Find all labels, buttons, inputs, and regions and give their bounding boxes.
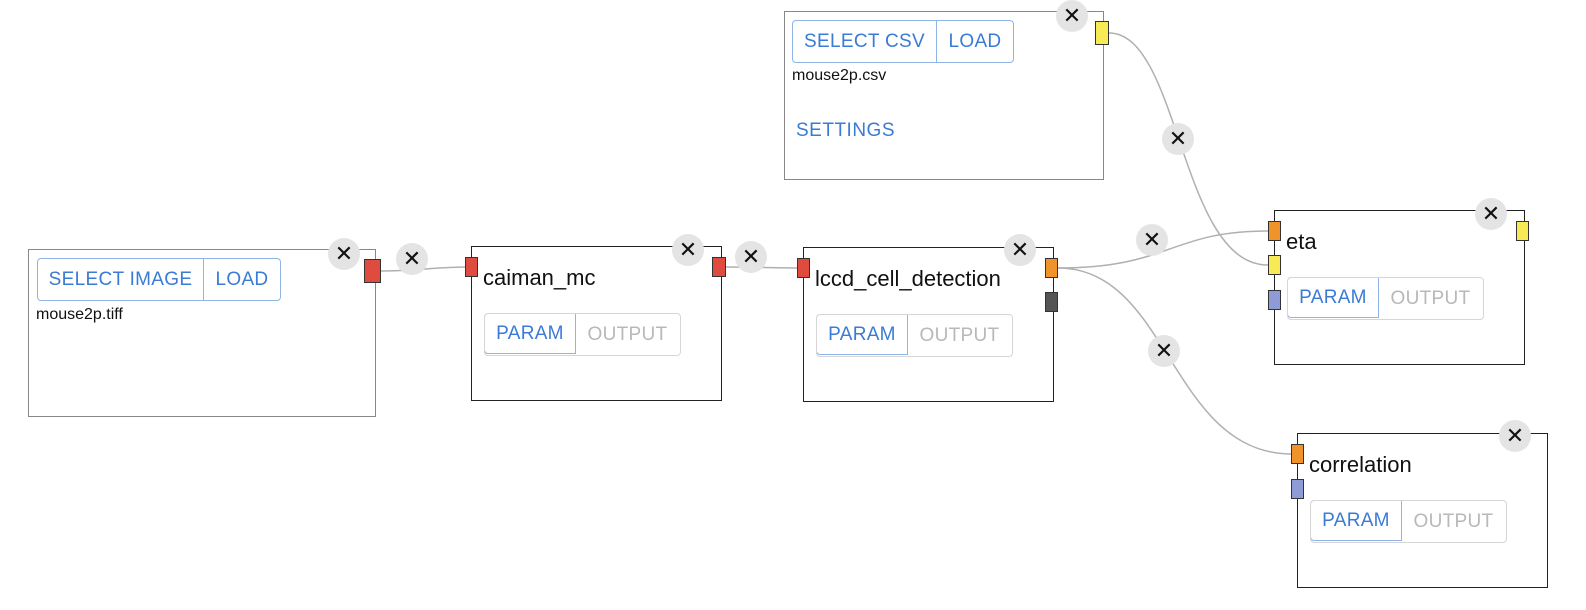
node-title: caiman_mc	[483, 265, 596, 290]
param-button[interactable]: PARAM	[485, 314, 576, 354]
correlation-roi-input-port[interactable]	[1291, 444, 1304, 464]
edge-delete-icon[interactable]: ✕	[1136, 224, 1168, 256]
lccd-input-port[interactable]	[797, 258, 810, 278]
close-icon[interactable]: ✕	[1004, 234, 1036, 266]
image-input-node[interactable]: SELECT IMAGE LOAD mouse2p.tiff	[28, 249, 376, 417]
close-icon[interactable]: ✕	[328, 238, 360, 270]
output-button[interactable]: OUTPUT	[908, 315, 1011, 356]
caiman-mc-node[interactable]: caiman_mc PARAM OUTPUT	[471, 246, 722, 401]
param-output-group: PARAM OUTPUT	[816, 314, 1013, 357]
edge-delete-icon[interactable]: ✕	[735, 241, 767, 273]
load-csv-button[interactable]: LOAD	[936, 21, 1013, 62]
csv-input-node[interactable]: SELECT CSV LOAD mouse2p.csv SETTINGS	[784, 11, 1104, 180]
image-output-port[interactable]	[364, 259, 381, 283]
eta-roi-input-port[interactable]	[1268, 221, 1281, 241]
param-output-group: PARAM OUTPUT	[1287, 277, 1484, 320]
param-button[interactable]: PARAM	[1311, 501, 1402, 541]
settings-button[interactable]: SETTINGS	[796, 120, 895, 142]
eta-node[interactable]: eta PARAM OUTPUT	[1274, 210, 1525, 365]
caiman-input-port[interactable]	[465, 257, 478, 277]
edge-delete-icon[interactable]: ✕	[396, 243, 428, 275]
csv-file-button-group: SELECT CSV LOAD	[792, 20, 1014, 63]
correlation-node[interactable]: correlation PARAM OUTPUT	[1297, 433, 1548, 588]
lccd-roi-output-port[interactable]	[1045, 258, 1058, 278]
edge-image-to-caiman[interactable]	[380, 266, 472, 272]
edge-delete-icon[interactable]: ✕	[1148, 335, 1180, 367]
param-button[interactable]: PARAM	[817, 315, 908, 355]
lccd-cell-detection-node[interactable]: lccd_cell_detection PARAM OUTPUT	[803, 247, 1054, 402]
close-icon[interactable]: ✕	[1056, 0, 1088, 32]
eta-csv-input-port[interactable]	[1268, 255, 1281, 275]
image-file-button-group: SELECT IMAGE LOAD	[37, 258, 281, 301]
select-image-button[interactable]: SELECT IMAGE	[38, 259, 203, 300]
eta-output-port[interactable]	[1516, 221, 1529, 241]
close-icon[interactable]: ✕	[672, 234, 704, 266]
eta-aux-input-port[interactable]	[1268, 290, 1281, 310]
param-output-group: PARAM OUTPUT	[1310, 500, 1507, 543]
image-filename: mouse2p.tiff	[36, 306, 123, 323]
param-output-group: PARAM OUTPUT	[484, 313, 681, 356]
caiman-output-port[interactable]	[712, 257, 726, 277]
lccd-iscell-output-port[interactable]	[1045, 292, 1058, 312]
edge-caiman-to-lccd[interactable]	[725, 266, 804, 269]
close-icon[interactable]: ✕	[1475, 198, 1507, 230]
csv-filename: mouse2p.csv	[792, 67, 887, 84]
select-csv-button[interactable]: SELECT CSV	[793, 21, 936, 62]
close-icon[interactable]: ✕	[1499, 420, 1531, 452]
correlation-aux-input-port[interactable]	[1291, 479, 1304, 499]
output-button[interactable]: OUTPUT	[576, 314, 679, 355]
node-title: eta	[1286, 229, 1317, 254]
node-title: correlation	[1309, 452, 1412, 477]
csv-output-port[interactable]	[1095, 21, 1109, 45]
edge-delete-icon[interactable]: ✕	[1162, 123, 1194, 155]
output-button[interactable]: OUTPUT	[1402, 501, 1505, 542]
node-title: lccd_cell_detection	[815, 266, 1001, 291]
output-button[interactable]: OUTPUT	[1379, 278, 1482, 319]
param-button[interactable]: PARAM	[1288, 278, 1379, 318]
load-image-button[interactable]: LOAD	[203, 259, 280, 300]
